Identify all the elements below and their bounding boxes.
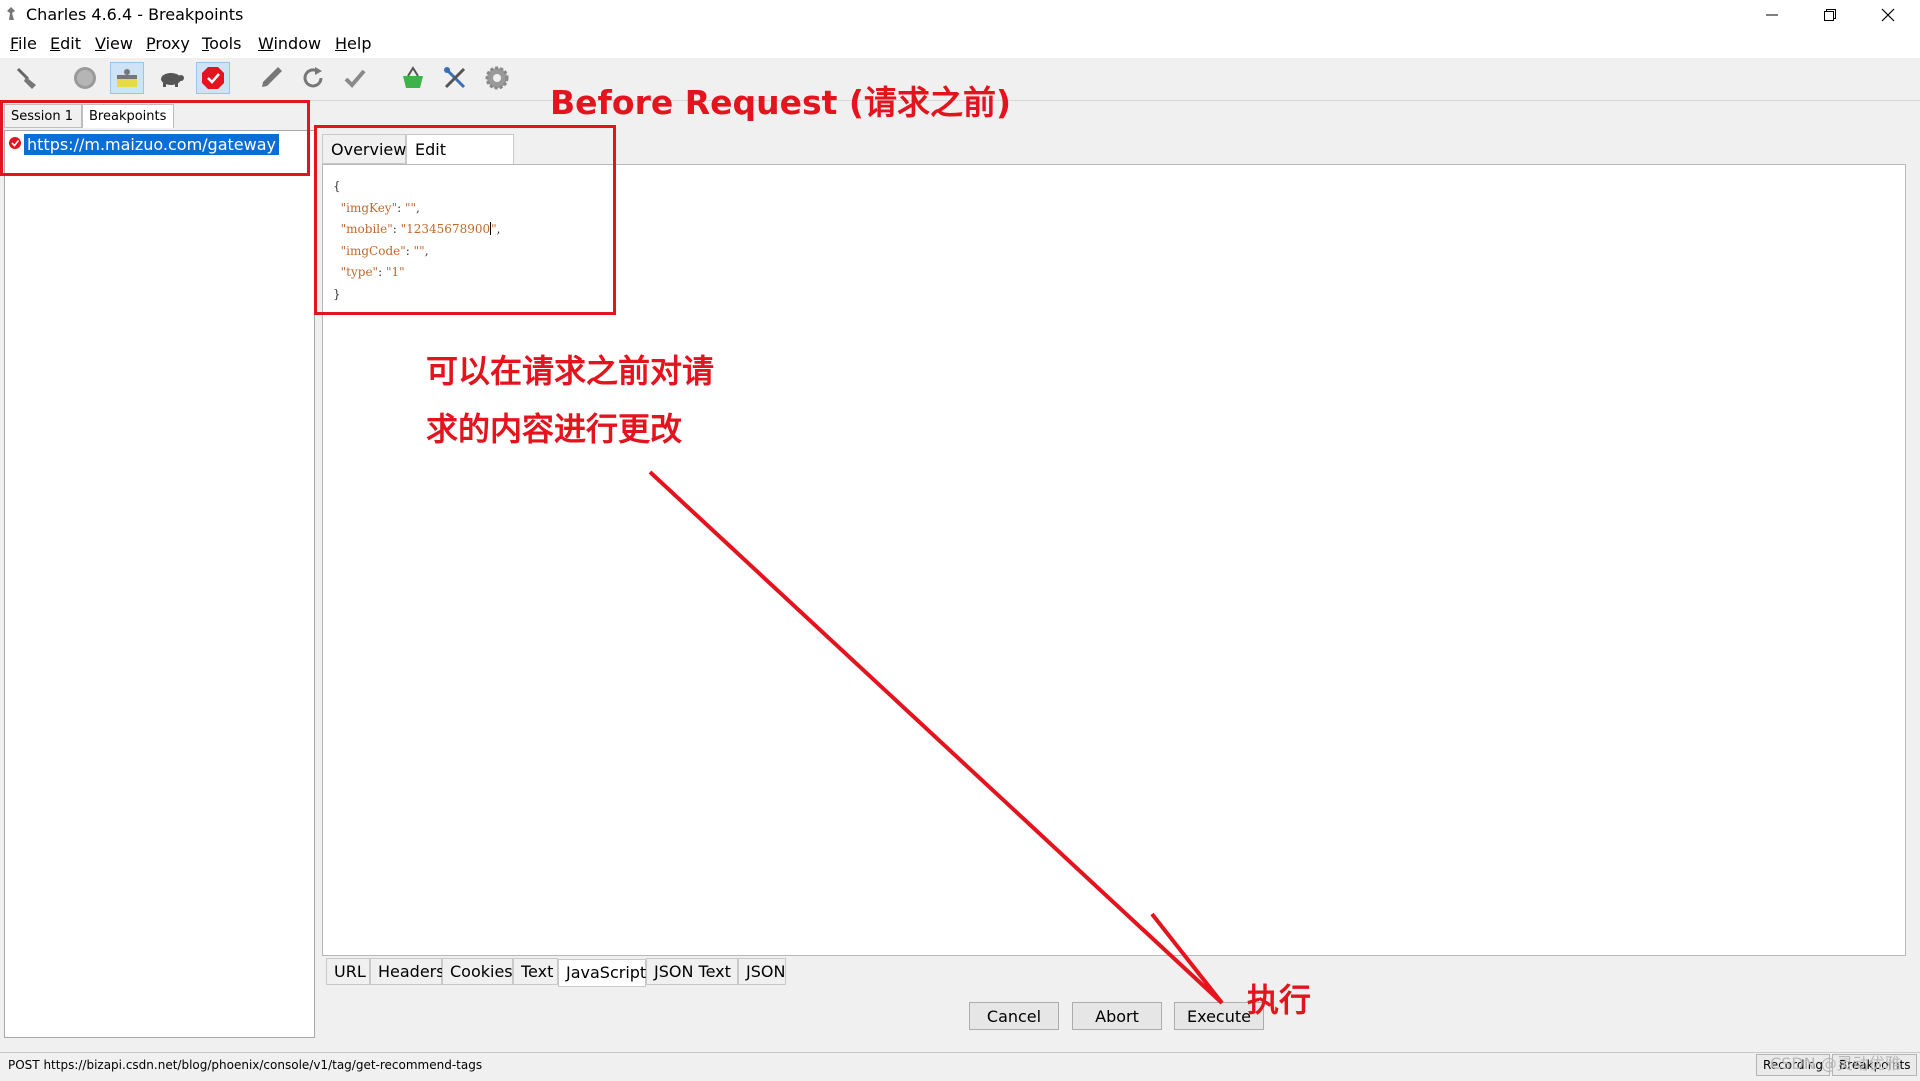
pen-icon: [262, 67, 282, 87]
restore-button[interactable]: [1801, 0, 1859, 30]
annotation-execute-note: 执行: [1247, 981, 1312, 1019]
restore-icon: [1824, 9, 1836, 21]
menu-edit[interactable]: Edit: [50, 34, 81, 53]
charles-app-icon: [7, 7, 15, 20]
tools-button[interactable]: [438, 62, 472, 94]
basket-icon: [403, 66, 423, 88]
breakpoint-icon: [202, 67, 224, 89]
throttle-icon: [117, 69, 137, 87]
record-icon: [74, 67, 96, 89]
tab-headers[interactable]: Headers: [370, 958, 445, 985]
repeat-button[interactable]: [296, 62, 330, 94]
validate-button[interactable]: [338, 62, 372, 94]
breakpoints-button[interactable]: [196, 62, 230, 94]
tab-javascript[interactable]: JavaScript: [558, 959, 646, 987]
menu-view[interactable]: View: [95, 34, 133, 53]
tab-json-text[interactable]: JSON Text: [646, 958, 738, 985]
tab-url[interactable]: URL: [326, 958, 370, 985]
menu-bar: File Edit View Proxy Tools Window Help: [0, 30, 1920, 58]
menu-file[interactable]: File: [10, 34, 37, 53]
annotation-box-tree: [0, 100, 310, 176]
annotation-note-line1: 可以在请求之前对请: [426, 352, 715, 390]
basket-button[interactable]: [396, 62, 430, 94]
turtle-button[interactable]: [154, 62, 188, 94]
annotation-box-edit-request: [314, 125, 616, 315]
menu-tools[interactable]: Tools: [202, 34, 241, 53]
record-button[interactable]: [68, 62, 102, 94]
cancel-button[interactable]: Cancel: [969, 1002, 1059, 1030]
close-icon: [1881, 8, 1895, 22]
watermark: CSDN @灵动优雅: [1770, 1054, 1901, 1073]
annotation-heading: Before Request (请求之前): [550, 83, 1012, 122]
window-title: Charles 4.6.4 - Breakpoints: [26, 5, 244, 24]
request-tree[interactable]: [4, 130, 315, 1038]
abort-button[interactable]: Abort: [1072, 1002, 1162, 1030]
turtle-icon: [161, 73, 184, 87]
menu-help[interactable]: Help: [335, 34, 371, 53]
annotation-note-line2: 求的内容进行更改: [426, 410, 683, 448]
close-button[interactable]: [1859, 0, 1917, 30]
tab-text[interactable]: Text: [513, 958, 558, 985]
compose-button[interactable]: [254, 62, 288, 94]
throttle-button[interactable]: [110, 62, 144, 94]
tab-cookies[interactable]: Cookies: [442, 958, 513, 985]
title-bar: Charles 4.6.4 - Breakpoints: [0, 0, 1920, 30]
minimize-icon: [1766, 14, 1778, 16]
refresh-icon: [303, 67, 323, 88]
settings-button[interactable]: [480, 62, 514, 94]
status-text: POST https://bizapi.csdn.net/blog/phoeni…: [8, 1058, 483, 1072]
broom-icon: [16, 67, 36, 89]
minimize-button[interactable]: [1743, 0, 1801, 30]
menu-window[interactable]: Window: [258, 34, 321, 53]
menu-proxy[interactable]: Proxy: [146, 34, 190, 53]
clear-session-button[interactable]: [10, 62, 44, 94]
gear-icon: [485, 66, 509, 90]
tab-json[interactable]: JSON: [738, 958, 786, 985]
check-icon: [344, 69, 366, 88]
tools-icon: [444, 67, 466, 89]
